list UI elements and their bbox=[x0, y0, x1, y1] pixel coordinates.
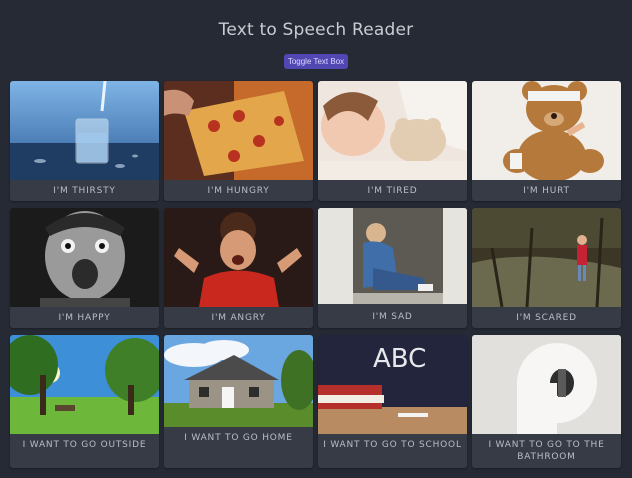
phrase-card-scared[interactable]: I'M SCARED bbox=[472, 208, 621, 328]
chalk-letters: ABC bbox=[373, 344, 426, 374]
phrase-label: I'M HURT bbox=[523, 186, 570, 196]
phrase-card-hungry[interactable]: I'M HUNGRY bbox=[164, 81, 313, 201]
phrase-card-tired[interactable]: I'M TIRED bbox=[318, 81, 467, 201]
phrase-label: I'M TIRED bbox=[367, 186, 418, 196]
phrase-card-sad[interactable]: I'M SAD bbox=[318, 208, 467, 328]
child-in-woods-photo bbox=[472, 208, 621, 307]
pizza-slice-photo bbox=[164, 81, 313, 180]
phrase-card-thirsty[interactable]: I'M THIRSTY bbox=[10, 81, 159, 201]
phrase-card-school[interactable]: ABC I WANT TO GO TO SCHOOL bbox=[318, 335, 467, 468]
phrase-card-bathroom[interactable]: I WANT TO GO TO THE BATHROOM bbox=[472, 335, 621, 468]
page-title: Text to Speech Reader bbox=[218, 20, 414, 40]
phrase-label: I'M HAPPY bbox=[58, 313, 111, 323]
phrase-label: I'M THIRSTY bbox=[53, 186, 116, 196]
phrase-card-outside[interactable]: I WANT TO GO OUTSIDE bbox=[10, 335, 159, 468]
sad-child-in-doorway-photo bbox=[318, 208, 467, 304]
phrase-label: I WANT TO GO OUTSIDE bbox=[22, 440, 147, 450]
sleeping-child-photo bbox=[318, 81, 467, 180]
phrase-label: I'M SCARED bbox=[516, 313, 577, 323]
toggle-text-box-button[interactable]: Toggle Text Box bbox=[284, 54, 348, 69]
angry-boy-photo bbox=[164, 208, 313, 307]
chalkboard-abc-photo: ABC bbox=[318, 335, 467, 434]
phrase-card-hurt[interactable]: I'M HURT bbox=[472, 81, 621, 201]
phrase-label: I'M ANGRY bbox=[211, 313, 266, 323]
phrase-label: I'M SAD bbox=[372, 312, 413, 322]
sunny-park-photo bbox=[10, 335, 159, 434]
app-root: Text to Speech Reader Toggle Text Box I'… bbox=[0, 0, 632, 478]
toilet-paper-photo bbox=[472, 335, 621, 434]
phrase-label: I WANT TO GO HOME bbox=[184, 433, 293, 443]
phrase-card-angry[interactable]: I'M ANGRY bbox=[164, 208, 313, 328]
phrase-card-happy[interactable]: I'M HAPPY bbox=[10, 208, 159, 328]
excited-boy-photo bbox=[10, 208, 159, 307]
house-photo bbox=[164, 335, 313, 427]
bandaged-teddy-bear-photo bbox=[472, 81, 621, 180]
phrase-label: I WANT TO GO TO THE BATHROOM bbox=[488, 440, 605, 462]
phrase-label: I WANT TO GO TO SCHOOL bbox=[323, 440, 462, 450]
phrase-label: I'M HUNGRY bbox=[207, 186, 270, 196]
glass-of-water-photo bbox=[10, 81, 159, 180]
phrase-card-home[interactable]: I WANT TO GO HOME bbox=[164, 335, 313, 468]
